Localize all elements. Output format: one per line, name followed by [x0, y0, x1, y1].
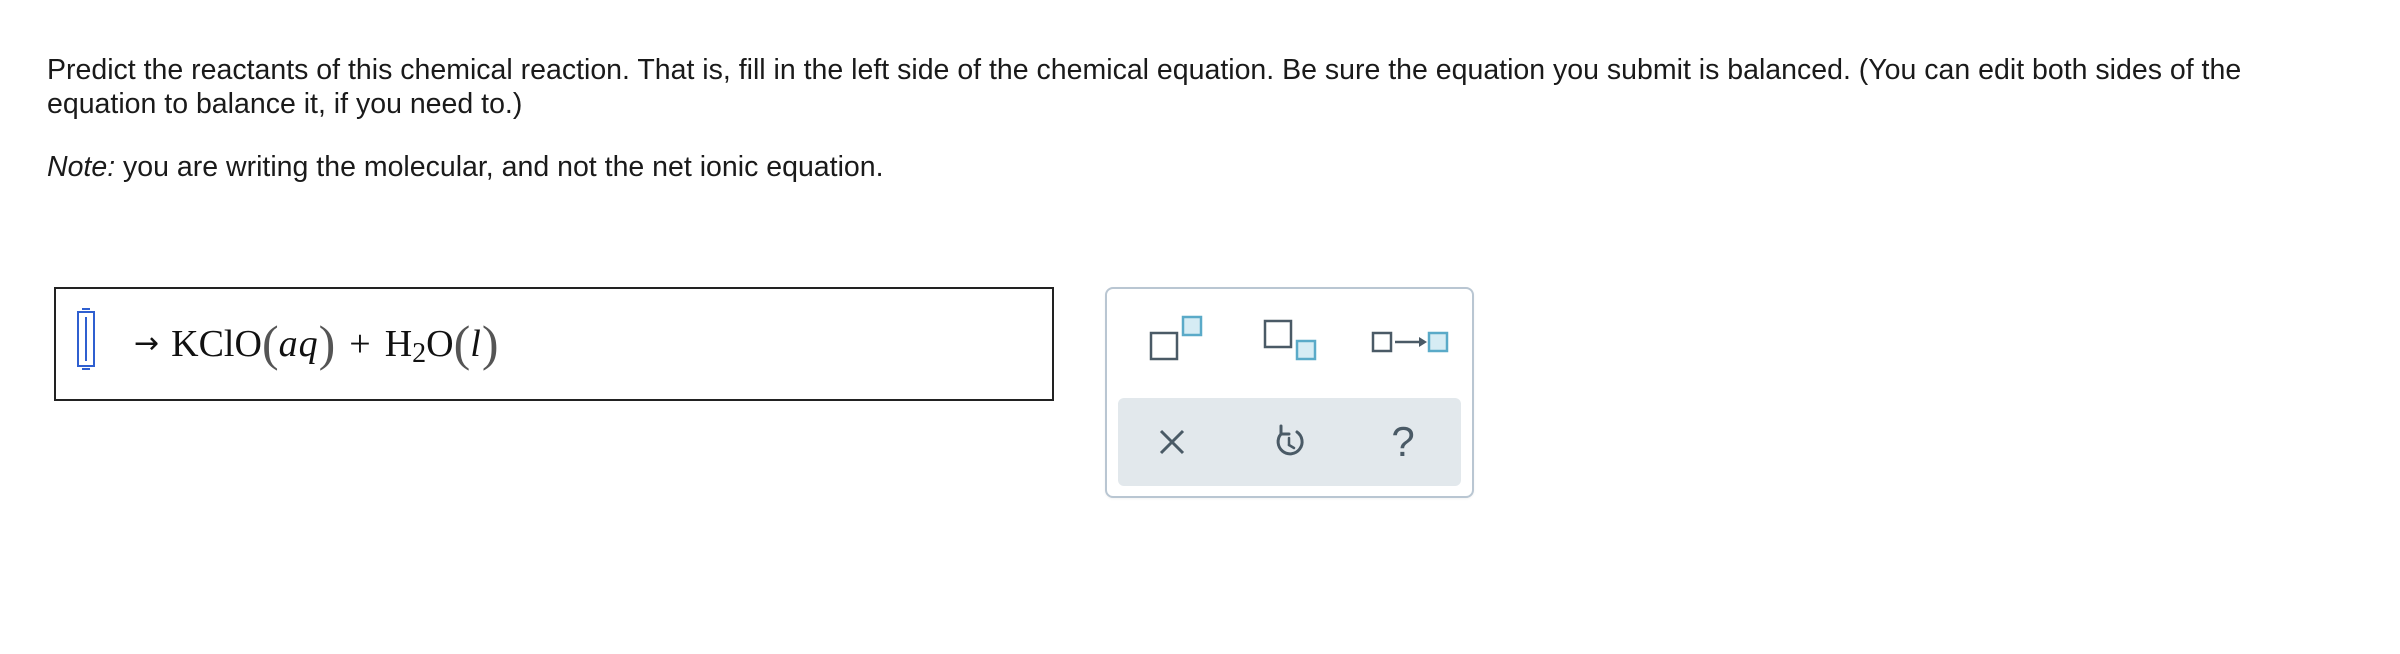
- product2-paren-open: (: [453, 315, 471, 371]
- close-icon: [1159, 429, 1185, 455]
- note-text: Note: you are writing the molecular, and…: [47, 150, 884, 184]
- reaction-arrow-icon: [1371, 331, 1449, 353]
- note-label: Note:: [47, 151, 116, 183]
- help-icon: ?: [1391, 418, 1414, 465]
- reaction-arrow-button[interactable]: [1367, 311, 1451, 371]
- product2-formula-main: H: [384, 323, 413, 365]
- product1-state: aq: [278, 323, 319, 365]
- text-caret: [85, 317, 87, 361]
- instructions-text: Predict the reactants of this chemical r…: [47, 53, 2357, 121]
- product1-formula: KClO: [171, 323, 262, 365]
- help-button[interactable]: ?: [1373, 412, 1433, 472]
- undo-icon: [1276, 424, 1304, 456]
- help-label: ?: [1391, 418, 1414, 465]
- equation-tool-palette: ?: [1105, 287, 1474, 498]
- subscript-button[interactable]: [1259, 311, 1329, 371]
- note-body: you are writing the molecular, and not t…: [115, 151, 884, 183]
- superscript-button[interactable]: [1145, 311, 1215, 371]
- equation-answer-box[interactable]: → KClO(aq) + H2O(l): [54, 287, 1054, 401]
- reactants-input-slot[interactable]: [77, 308, 95, 370]
- action-bar: ?: [1118, 398, 1461, 486]
- equation-display: → KClO(aq) + H2O(l): [134, 309, 498, 378]
- superscript-icon: [1149, 315, 1203, 361]
- product2-paren-close: ): [481, 315, 499, 371]
- clear-button[interactable]: [1142, 412, 1202, 472]
- product2-formula-tail: O: [426, 323, 454, 365]
- product1-paren-open: (: [261, 315, 279, 371]
- plus-sign: +: [349, 323, 371, 365]
- product2-state: l: [470, 323, 482, 365]
- product1-paren-close: ): [318, 315, 336, 371]
- undo-button[interactable]: [1259, 412, 1319, 472]
- subscript-icon: [1263, 319, 1317, 361]
- instructions-paragraph: Predict the reactants of this chemical r…: [47, 54, 2242, 120]
- reaction-arrow: →: [134, 326, 160, 361]
- product2-subscript: 2: [412, 338, 427, 369]
